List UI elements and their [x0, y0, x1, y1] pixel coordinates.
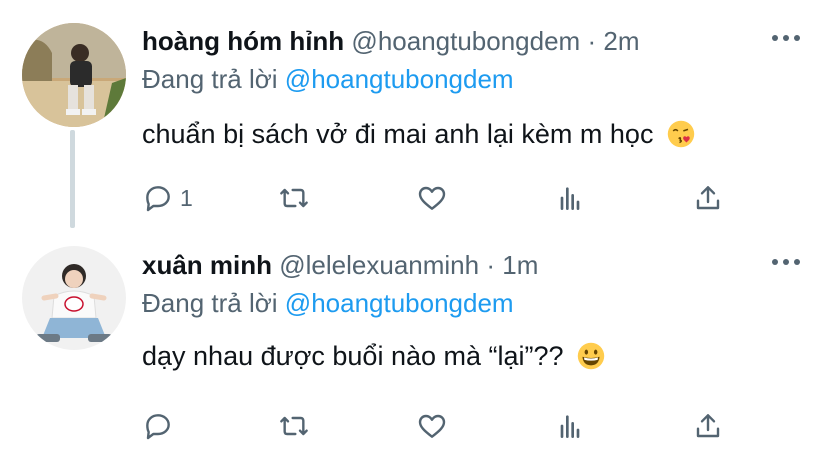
timestamp[interactable]: 2m — [603, 26, 639, 56]
reply-button[interactable] — [142, 404, 180, 448]
tweet-text: dạy nhau được buổi nào mà “lại”?? — [142, 338, 605, 374]
replying-to: Đang trả lời @hoangtubongdem — [142, 62, 514, 96]
tweet-actions: 1 — [0, 176, 828, 220]
grinning-face-emoji — [577, 342, 605, 370]
timestamp[interactable]: 1m — [502, 250, 538, 280]
replying-to: Đang trả lời @hoangtubongdem — [142, 286, 514, 320]
retweet-button[interactable] — [278, 176, 310, 220]
share-icon — [696, 186, 720, 210]
share-icon — [696, 414, 720, 438]
separator-dot: · — [587, 26, 597, 56]
like-button[interactable] — [416, 176, 448, 220]
analytics-button[interactable] — [554, 404, 586, 448]
like-button[interactable] — [416, 404, 448, 448]
reply-mention-link[interactable]: @hoangtubongdem — [285, 288, 514, 318]
reply-count: 1 — [180, 184, 193, 211]
handle[interactable]: @hoangtubongdem — [351, 26, 580, 56]
reply-button[interactable]: 1 — [142, 176, 193, 220]
separator-dot: · — [486, 250, 495, 280]
tweet-text-content: chuẩn bị sách vở đi mai anh lại kèm m họ… — [142, 119, 654, 149]
tweet[interactable]: xuân minh @lelelexuanminh · 1m Đang trả … — [0, 228, 828, 453]
analytics-icon — [560, 415, 580, 438]
more-icon[interactable] — [772, 256, 800, 268]
retweet-icon — [280, 188, 308, 208]
like-icon — [418, 414, 446, 438]
share-button[interactable] — [692, 404, 724, 448]
like-icon — [418, 186, 446, 210]
analytics-icon — [560, 187, 580, 210]
reply-icon — [146, 186, 170, 212]
tweet-header: xuân minh @lelelexuanminh · 1m — [142, 248, 538, 282]
display-name[interactable]: hoàng hóm hỉnh — [142, 26, 344, 56]
avatar[interactable] — [22, 23, 126, 127]
tweet-header: hoàng hóm hỉnh @hoangtubongdem · 2m — [142, 24, 639, 58]
tweet[interactable]: hoàng hóm hỉnh @hoangtubongdem · 2m Đang… — [0, 0, 828, 228]
face-blowing-kiss-emoji — [667, 120, 695, 148]
reply-mention-link[interactable]: @hoangtubongdem — [285, 64, 514, 94]
tweet-actions — [0, 404, 828, 448]
share-button[interactable] — [692, 176, 724, 220]
tweet-text-content: dạy nhau được buổi nào mà “lại”?? — [142, 341, 564, 371]
tweet-text: chuẩn bị sách vở đi mai anh lại kèm m họ… — [142, 116, 695, 152]
avatar[interactable] — [22, 246, 126, 350]
handle[interactable]: @lelelexuanminh — [279, 250, 479, 280]
replying-to-label: Đang trả lời — [142, 64, 278, 94]
retweet-button[interactable] — [278, 404, 310, 448]
retweet-icon — [280, 416, 308, 436]
reply-icon — [146, 414, 170, 440]
replying-to-label: Đang trả lời — [142, 288, 278, 318]
display-name[interactable]: xuân minh — [142, 250, 272, 280]
more-icon[interactable] — [772, 32, 800, 44]
analytics-button[interactable] — [554, 176, 586, 220]
